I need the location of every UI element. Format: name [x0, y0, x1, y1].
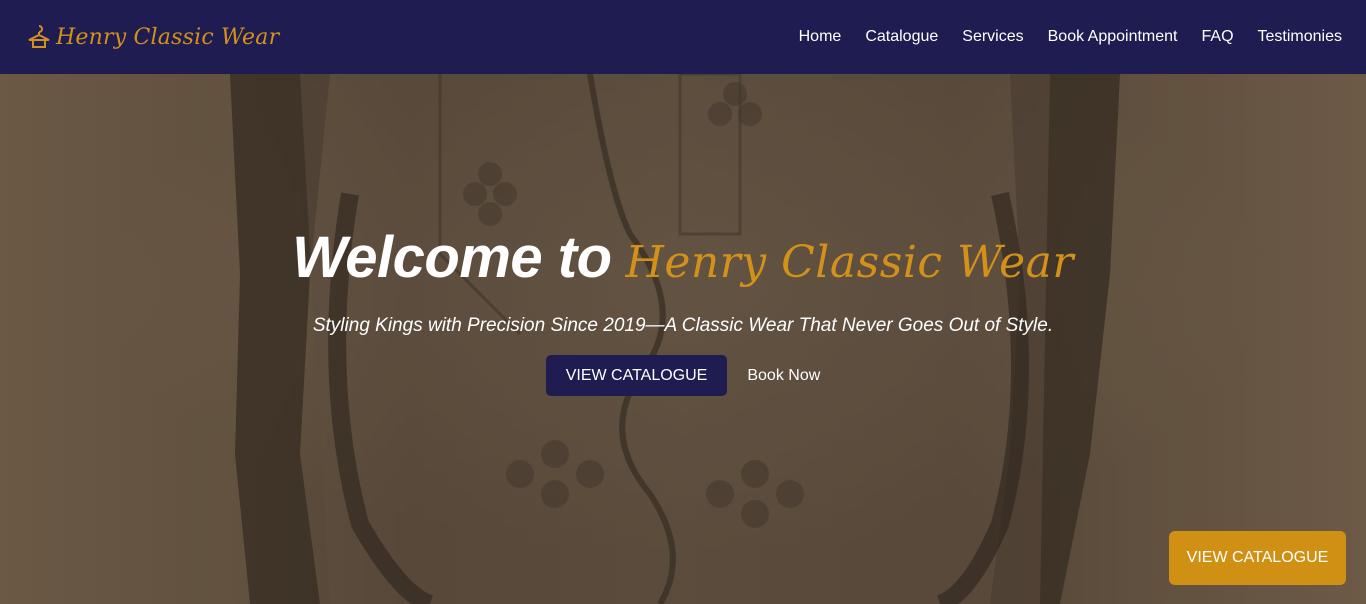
nav-link-services[interactable]: Services: [962, 28, 1023, 46]
hanger-icon: [28, 23, 50, 51]
nav-link-catalogue[interactable]: Catalogue: [865, 28, 938, 46]
hero-content: Welcome to Henry Classic Wear Styling Kin…: [0, 224, 1366, 396]
nav-link-book-appointment[interactable]: Book Appointment: [1048, 28, 1178, 46]
book-now-button[interactable]: Book Now: [747, 367, 820, 385]
floating-view-catalogue-button[interactable]: VIEW CATALOGUE: [1169, 531, 1346, 585]
hero-title: Welcome to Henry Classic Wear: [0, 224, 1366, 291]
brand-name: Henry Classic Wear: [56, 24, 280, 50]
hero-title-prefix: Welcome to: [292, 225, 612, 290]
hero-title-brand: Henry Classic Wear: [625, 237, 1074, 288]
hero-actions: VIEW CATALOGUE Book Now: [0, 355, 1366, 396]
view-catalogue-button[interactable]: VIEW CATALOGUE: [545, 355, 728, 396]
top-navbar: Henry Classic Wear Home Catalogue Servic…: [0, 0, 1366, 74]
brand-logo-link[interactable]: Henry Classic Wear: [28, 23, 279, 51]
nav-link-home[interactable]: Home: [799, 28, 842, 46]
hero-subtitle: Styling Kings with Precision Since 2019—…: [312, 315, 1054, 336]
main-nav: Home Catalogue Services Book Appointment…: [775, 28, 1342, 46]
nav-link-faq[interactable]: FAQ: [1202, 28, 1234, 46]
hero-section: Welcome to Henry Classic Wear Styling Kin…: [0, 74, 1366, 604]
nav-link-testimonies[interactable]: Testimonies: [1258, 28, 1342, 46]
